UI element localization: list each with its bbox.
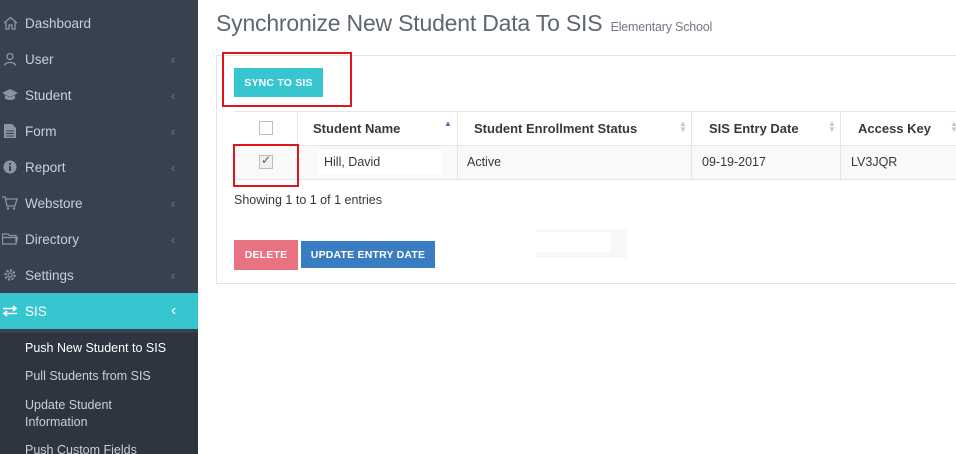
sidebar-item-label: Dashboard [25, 15, 92, 31]
cell-access-key: LV3JQR [851, 155, 898, 169]
sidebar-item-label: Directory [25, 231, 80, 247]
sidebar-item-sis[interactable]: SIS ‹ [0, 293, 198, 329]
column-header-access-key[interactable]: Access Key [858, 121, 931, 136]
sidebar-item-label: Settings [25, 267, 74, 283]
folder-icon [2, 231, 18, 247]
sidebar-item-student[interactable]: Student ‹ [0, 77, 198, 113]
page-title-text: Synchronize New Student Data To SIS [216, 10, 603, 36]
chevron-left-icon: ‹ [171, 159, 176, 175]
cart-icon [2, 195, 18, 211]
chevron-left-icon: ‹ [171, 231, 176, 247]
column-header-enrollment-status[interactable]: Student Enrollment Status [474, 121, 637, 136]
info-icon [2, 159, 18, 175]
highlight-box-checkbox [233, 144, 299, 187]
chevron-left-icon: ‹ [171, 87, 176, 103]
sidebar-item-label: Report [25, 159, 66, 175]
sidebar-item-user[interactable]: User ‹ [0, 41, 198, 77]
column-divider [457, 111, 458, 180]
empty-box-inner [536, 232, 610, 252]
sort-icon: ▲ ▼ [679, 119, 687, 134]
submenu-item-push-new-student[interactable]: Push New Student to SIS [25, 340, 190, 357]
home-icon [2, 15, 18, 31]
delete-button[interactable]: DELETE [234, 240, 298, 270]
cell-sis-entry-date: 09-19-2017 [702, 155, 766, 169]
sidebar-item-dashboard[interactable]: Dashboard [0, 5, 198, 41]
sidebar-item-label: Webstore [25, 195, 83, 211]
exchange-icon [2, 303, 18, 319]
graduation-cap-icon [2, 87, 18, 103]
chevron-left-icon: ‹ [171, 123, 176, 139]
sidebar-item-label: Student [25, 87, 72, 103]
sidebar-item-label: SIS [25, 303, 47, 319]
page-title: Synchronize New Student Data To SIS Elem… [216, 10, 712, 37]
sidebar-item-form[interactable]: Form ‹ [0, 113, 198, 149]
table-info: Showing 1 to 1 of 1 entries [234, 193, 383, 207]
submenu-item-push-custom-fields[interactable]: Push Custom Fields [25, 442, 190, 454]
cell-enrollment-status: Active [467, 155, 502, 169]
select-all-checkbox[interactable] [259, 121, 273, 135]
column-divider [840, 111, 841, 180]
sidebar: Dashboard User ‹ Student ‹ Form ‹ Report… [0, 0, 198, 454]
column-header-student-name[interactable]: Student Name [313, 121, 400, 136]
sidebar-item-label: Form [25, 123, 57, 139]
chevron-left-icon: ‹ [171, 195, 176, 211]
sidebar-item-directory[interactable]: Directory ‹ [0, 221, 198, 257]
gear-icon [2, 267, 18, 283]
sort-asc-icon: ▲ [444, 119, 452, 128]
user-icon [2, 51, 18, 67]
sort-icon: ▲ ▼ [950, 119, 956, 134]
column-divider [691, 111, 692, 180]
sort-icon: ▲ ▼ [828, 119, 836, 134]
sidebar-item-settings[interactable]: Settings ‹ [0, 257, 198, 293]
sidebar-item-report[interactable]: Report ‹ [0, 149, 198, 185]
update-entry-date-button[interactable]: UPDATE ENTRY DATE [301, 241, 435, 268]
sidebar-item-webstore[interactable]: Webstore ‹ [0, 185, 198, 221]
page-subtitle: Elementary School [610, 20, 713, 34]
cell-student-name: Hill, David [324, 155, 381, 169]
chevron-left-icon: ‹ [171, 267, 176, 283]
file-icon [2, 123, 18, 139]
submenu-item-update-student-info[interactable]: Update Student Information [25, 397, 135, 431]
column-header-sis-entry-date[interactable]: SIS Entry Date [709, 121, 799, 136]
highlight-box-sync [222, 52, 352, 107]
sidebar-item-label: User [25, 51, 54, 67]
chevron-left-icon: ‹ [171, 51, 176, 67]
submenu-item-pull-students[interactable]: Pull Students from SIS [25, 368, 190, 385]
chevron-left-icon: ‹ [171, 302, 177, 319]
